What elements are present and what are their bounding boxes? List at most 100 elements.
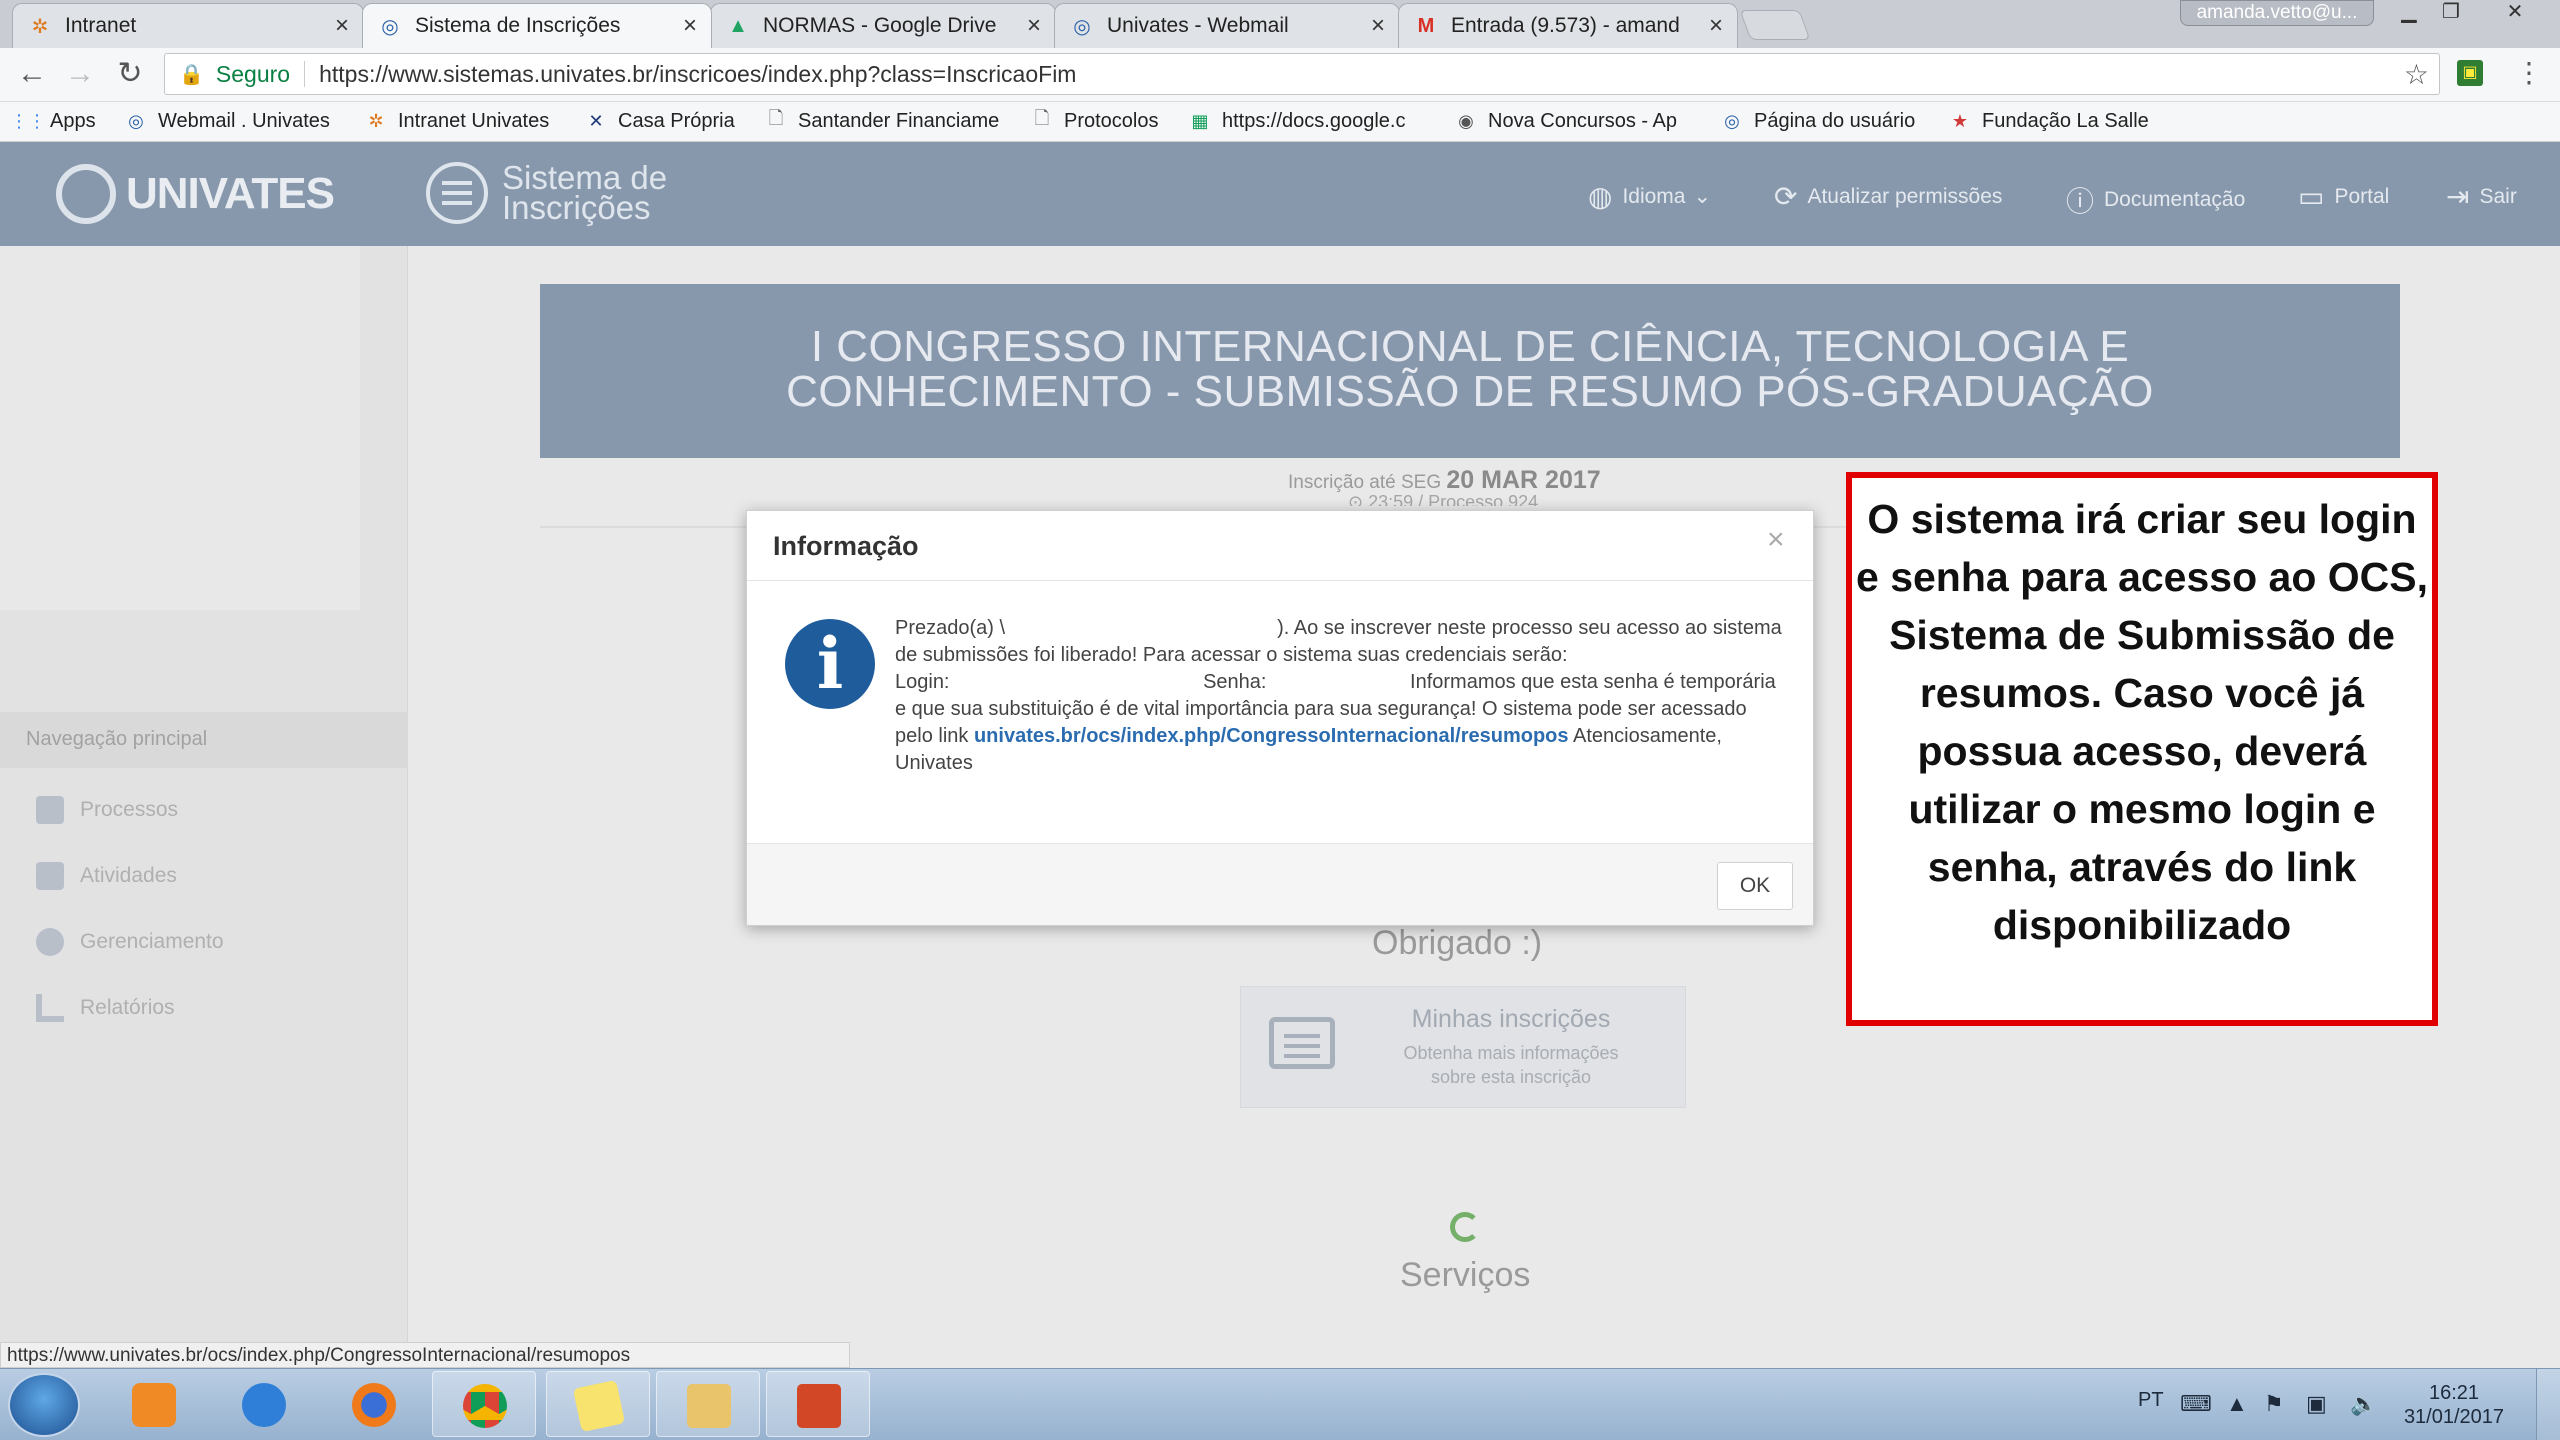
close-icon[interactable]: × [1027, 12, 1041, 40]
address-bar[interactable]: 🔒 Seguro https://www.sistemas.univates.b… [164, 53, 2440, 95]
bookmark-fundacao-la-salle[interactable]: ★ Fundação La Salle [1948, 109, 2149, 133]
back-icon[interactable]: ← [14, 56, 50, 92]
ocs-link[interactable]: univates.br/ocs/index.php/CongressoInter… [974, 725, 1569, 747]
close-icon[interactable]: × [1767, 523, 1785, 557]
tab-intranet[interactable]: ✲ Intranet × [12, 3, 364, 48]
close-icon[interactable]: × [1371, 12, 1385, 40]
system-name[interactable]: Sistema de Inscrições [426, 161, 667, 226]
restore-icon[interactable]: ❐ [2430, 0, 2472, 26]
portal-icon: ▭ [2298, 181, 2325, 212]
annotation-callout: O sistema irá criar seu login e senha pa… [1846, 472, 2438, 1026]
signature: Univates [895, 752, 973, 774]
nav-documentacao[interactable]: ⓘ Documentação [2066, 180, 2245, 220]
nav-idioma[interactable]: ◍ Idioma ⌄ [1588, 180, 1711, 213]
ok-button[interactable]: OK [1717, 862, 1793, 910]
bookmark-google-docs[interactable]: ▦ https://docs.google.c [1188, 109, 1405, 133]
start-button-icon[interactable] [8, 1373, 80, 1437]
logout-icon: ⇥ [2446, 181, 2470, 212]
clipboard-icon [36, 862, 64, 890]
close-icon[interactable]: × [1709, 12, 1723, 40]
bookmark-apps[interactable]: ⋮⋮ Apps [10, 109, 96, 133]
bookmark-label: Santander Financiame [798, 109, 1000, 132]
nav-label: Sair [2479, 184, 2517, 208]
univates-logo[interactable]: UNIVATES [56, 164, 335, 224]
bookmark-star-icon[interactable]: ☆ [2404, 58, 2429, 91]
bookmarks-bar: ⋮⋮ Apps ◎ Webmail . Univates ✲ Intranet Uni… [0, 102, 2560, 142]
gmail-icon: M [1417, 14, 1435, 37]
sidebar-item-processos[interactable]: Processos [36, 796, 178, 824]
sidebar-item-label: Processos [80, 798, 179, 821]
language-indicator[interactable]: PT [2138, 1389, 2164, 1412]
dialog-title: Informação [773, 531, 919, 561]
bookmark-intranet-univates[interactable]: ✲ Intranet Univates [364, 109, 549, 133]
tab-univates-webmail[interactable]: ◎ Univates - Webmail × [1054, 3, 1400, 48]
apps-grid-icon: ⋮⋮ [10, 110, 46, 131]
banner-line1: I CONGRESSO INTERNACIONAL DE CIÊNCIA, TE… [810, 322, 2130, 371]
new-tab-button[interactable] [1739, 10, 1811, 40]
event-banner: I CONGRESSO INTERNACIONAL DE CIÊNCIA, TE… [540, 284, 2400, 458]
tab-gmail-entrada[interactable]: M Entrada (9.573) - amand × [1398, 3, 1738, 48]
clock[interactable]: 16:21 31/01/2017 [2394, 1381, 2514, 1429]
bookmark-protocolos[interactable]: 🗋 Protocolos [1030, 108, 1159, 133]
registration-deadline: Inscrição até SEG 20 MAR 2017 [1288, 466, 1601, 495]
network-icon[interactable]: ▣ [2306, 1391, 2327, 1417]
taskbar: PT ⌨ ▲ ⚑ ▣ 🔈 16:21 31/01/2017 [0, 1368, 2560, 1440]
my-registrations-card[interactable]: Minhas inscrições Obtenha mais informaçõ… [1240, 986, 1686, 1108]
taskbar-explorer[interactable] [656, 1371, 760, 1437]
firefox-icon [352, 1383, 396, 1427]
taskbar-sticky-notes[interactable] [546, 1371, 650, 1437]
show-desktop-button[interactable] [2536, 1369, 2560, 1440]
url-text[interactable]: https://www.sistemas.univates.br/inscric… [319, 61, 1076, 88]
forward-icon[interactable]: → [62, 56, 98, 92]
extension-icon[interactable]: ▣ [2457, 60, 2483, 86]
tab-sistema-de-inscricoes[interactable]: ◎ Sistema de Inscrições × [362, 3, 712, 48]
clock-time: 16:21 [2428, 1382, 2480, 1404]
flag-icon[interactable]: ⚑ [2264, 1391, 2284, 1417]
site-header: UNIVATES Sistema de Inscrições ◍ Idioma ⌄ ⟳… [0, 142, 2560, 246]
menu-icon[interactable]: ⋮ [2515, 56, 2543, 89]
tab-title: Intranet [65, 14, 137, 37]
bookmark-santander[interactable]: 🗋 Santander Financiame [764, 108, 1000, 133]
system-name-line2: Inscrições [502, 189, 651, 226]
sidebar-item-gerenciamento[interactable]: Gerenciamento [36, 928, 224, 956]
sidebar-item-relatorios[interactable]: Relatórios [36, 994, 175, 1022]
profile-chip[interactable]: amanda.vetto@u... [2180, 0, 2374, 26]
taskbar-internet-explorer[interactable] [212, 1371, 316, 1437]
nav-label: Documentação [2104, 188, 2246, 211]
info-icon: i [785, 619, 875, 709]
menu-toggle-icon[interactable] [426, 162, 488, 224]
tab-normas-google-drive[interactable]: ▲ NORMAS - Google Drive × [710, 3, 1056, 48]
keyboard-icon[interactable]: ⌨ [2180, 1391, 2212, 1417]
browser-tab-strip: ✲ Intranet × ◎ Sistema de Inscrições × ▲… [0, 0, 2560, 48]
nav-sair[interactable]: ⇥ Sair [2446, 180, 2517, 213]
nav-atualizar-permissoes[interactable]: ⟳ Atualizar permissões [1774, 180, 2002, 213]
reload-icon[interactable]: ↻ [112, 56, 148, 92]
window-close-icon[interactable]: ✕ [2494, 0, 2536, 26]
bookmark-casa-propria[interactable]: ✕ Casa Própria [584, 109, 734, 133]
bookmark-label: Página do usuário [1754, 109, 1916, 132]
sidebar-item-atividades[interactable]: Atividades [36, 862, 177, 890]
deadline-prefix: Inscrição até SEG [1288, 472, 1442, 493]
minimize-icon[interactable]: ▁ [2388, 0, 2430, 26]
card-title: Minhas inscrições [1411, 1005, 1611, 1033]
close-icon[interactable]: × [335, 12, 349, 40]
thanks-text: Obrigado :) [1372, 924, 1543, 962]
sidebar-user-panel [0, 246, 360, 610]
bookmark-label: https://docs.google.c [1222, 109, 1406, 132]
bookmark-label: Protocolos [1064, 109, 1159, 132]
taskbar-powerpoint[interactable] [766, 1371, 870, 1437]
bookmark-nova-concursos[interactable]: ◉ Nova Concursos - Ap [1454, 109, 1677, 133]
taskbar-chrome[interactable] [432, 1371, 536, 1437]
chevron-down-icon: ⌄ [1693, 185, 1712, 208]
bookmark-pagina-do-usuario[interactable]: ◎ Página do usuário [1720, 109, 1915, 133]
bookmark-webmail-univates[interactable]: ◎ Webmail . Univates [124, 109, 330, 133]
login-label: Login: [895, 671, 950, 693]
nav-portal[interactable]: ▭ Portal [2298, 180, 2389, 213]
google-drive-icon: ▲ [728, 14, 748, 37]
volume-icon[interactable]: 🔈 [2350, 1391, 2377, 1417]
close-icon[interactable]: × [683, 12, 697, 40]
tray-expand-icon[interactable]: ▲ [2226, 1391, 2248, 1417]
univates-icon: ◎ [128, 110, 144, 131]
taskbar-firefox[interactable] [322, 1371, 426, 1437]
taskbar-media-player[interactable] [102, 1371, 206, 1437]
